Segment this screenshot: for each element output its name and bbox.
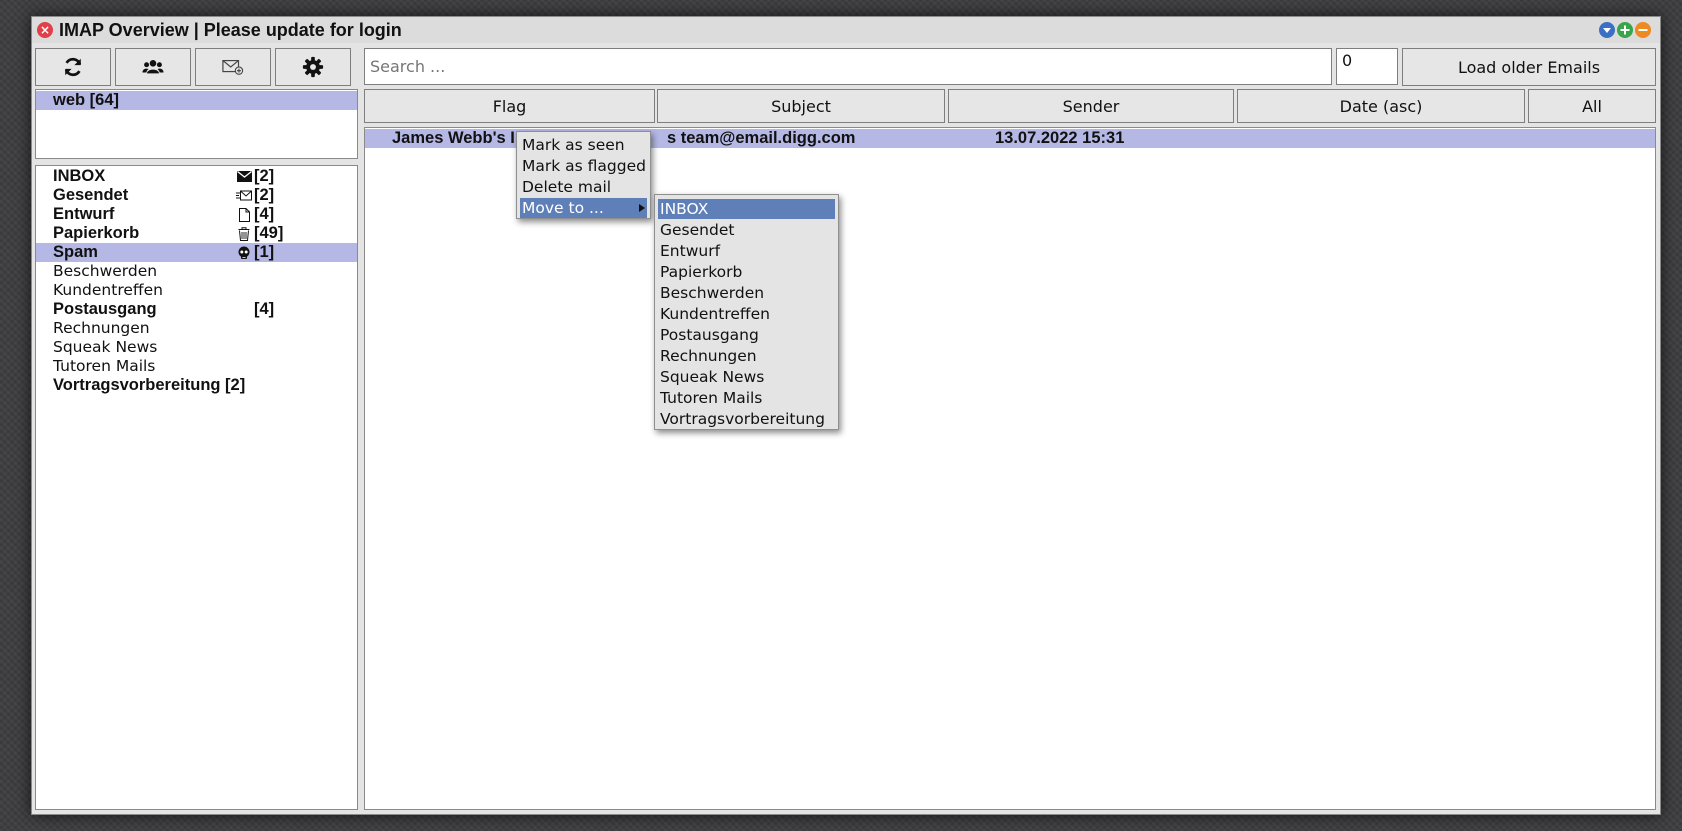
submenu-item-kundentreffen[interactable]: Kundentreffen: [658, 304, 835, 324]
folder-item-vortragsvorbereitung[interactable]: Vortragsvorbereitung [2]: [36, 376, 357, 395]
folder-item-inbox[interactable]: INBOX [2]: [36, 167, 357, 186]
skull-icon: [236, 245, 252, 260]
submenu-item-postausgang[interactable]: Postausgang: [658, 325, 835, 345]
folder-item-spam[interactable]: Spam [1]: [36, 243, 357, 262]
users-icon: [142, 60, 164, 74]
folder-item-kundentreffen[interactable]: Kundentreffen: [36, 281, 357, 300]
move-to-submenu: INBOX Gesendet Entwurf Papierkorb Beschw…: [654, 194, 839, 430]
menu-item-move-to[interactable]: Move to ...: [520, 198, 647, 218]
folder-item-tutoren-mails[interactable]: Tutoren Mails: [36, 357, 357, 376]
folder-item-rechnungen[interactable]: Rechnungen: [36, 319, 357, 338]
count-value: 0: [1342, 51, 1353, 70]
folder-item-gesendet[interactable]: Gesendet [2]: [36, 186, 357, 205]
folder-item-beschwerden[interactable]: Beschwerden: [36, 262, 357, 281]
column-all-button[interactable]: All: [1528, 89, 1656, 123]
submenu-item-rechnungen[interactable]: Rechnungen: [658, 346, 835, 366]
draft-icon: [236, 207, 252, 222]
compose-button[interactable]: [195, 48, 271, 86]
submenu-item-beschwerden[interactable]: Beschwerden: [658, 283, 835, 303]
email-sender: s team@email.digg.com: [667, 129, 856, 147]
triangle-down-icon[interactable]: [1599, 22, 1615, 38]
folder-item-papierkorb[interactable]: Papierkorb [49]: [36, 224, 357, 243]
email-context-menu: Mark as seen Mark as flagged Delete mail…: [516, 131, 651, 219]
envelope-icon: [236, 169, 252, 184]
account-item[interactable]: web [64]: [36, 91, 357, 110]
column-sender-button[interactable]: Sender: [948, 89, 1234, 123]
folder-item-postausgang[interactable]: Postausgang [4]: [36, 300, 357, 319]
email-subject: James Webb's I: [392, 129, 515, 147]
submenu-item-gesendet[interactable]: Gesendet: [658, 220, 835, 240]
folder-item-squeak-news[interactable]: Squeak News: [36, 338, 357, 357]
count-field[interactable]: 0: [1336, 48, 1398, 85]
minus-icon[interactable]: [1635, 22, 1651, 38]
column-subject-button[interactable]: Subject: [657, 89, 945, 123]
menu-item-delete-mail[interactable]: Delete mail: [520, 177, 647, 197]
compose-mail-icon: [222, 59, 244, 75]
menu-item-mark-seen[interactable]: Mark as seen: [520, 135, 647, 155]
submenu-item-squeak-news[interactable]: Squeak News: [658, 367, 835, 387]
window-title: IMAP Overview | Please update for login: [59, 20, 402, 40]
email-list: James Webb's I s team@email.digg.com 13.…: [364, 127, 1656, 810]
email-date: 13.07.2022 15:31: [995, 129, 1125, 147]
account-list: web [64]: [35, 89, 358, 159]
imap-overview-window: × IMAP Overview | Please update for logi…: [31, 16, 1661, 815]
refresh-button[interactable]: [35, 48, 111, 86]
contacts-button[interactable]: [115, 48, 191, 86]
submenu-item-vortragsvorbereitung[interactable]: Vortragsvorbereitung: [658, 409, 835, 429]
submenu-item-inbox[interactable]: INBOX: [658, 199, 835, 219]
submenu-item-papierkorb[interactable]: Papierkorb: [658, 262, 835, 282]
submenu-arrow-icon: [639, 204, 645, 212]
gear-icon: [302, 56, 324, 78]
folder-item-entwurf[interactable]: Entwurf [4]: [36, 205, 357, 224]
folder-list: INBOX [2] Gesendet [2] Entwurf [4] Papie…: [35, 165, 358, 810]
column-date-button[interactable]: Date (asc): [1237, 89, 1525, 123]
plus-icon[interactable]: [1617, 22, 1633, 38]
title-bar[interactable]: × IMAP Overview | Please update for logi…: [32, 17, 1660, 43]
sent-mail-icon: [236, 188, 252, 203]
settings-button[interactable]: [275, 48, 351, 86]
move-to-label: Move to ...: [522, 199, 604, 217]
refresh-icon: [64, 57, 82, 77]
submenu-item-entwurf[interactable]: Entwurf: [658, 241, 835, 261]
load-older-emails-button[interactable]: Load older Emails: [1402, 48, 1656, 86]
column-flag-button[interactable]: Flag: [364, 89, 655, 123]
trash-icon: [236, 226, 252, 241]
menu-item-mark-flagged[interactable]: Mark as flagged: [520, 156, 647, 176]
search-input[interactable]: [364, 48, 1332, 85]
close-icon[interactable]: ×: [37, 22, 53, 38]
submenu-item-tutoren-mails[interactable]: Tutoren Mails: [658, 388, 835, 408]
